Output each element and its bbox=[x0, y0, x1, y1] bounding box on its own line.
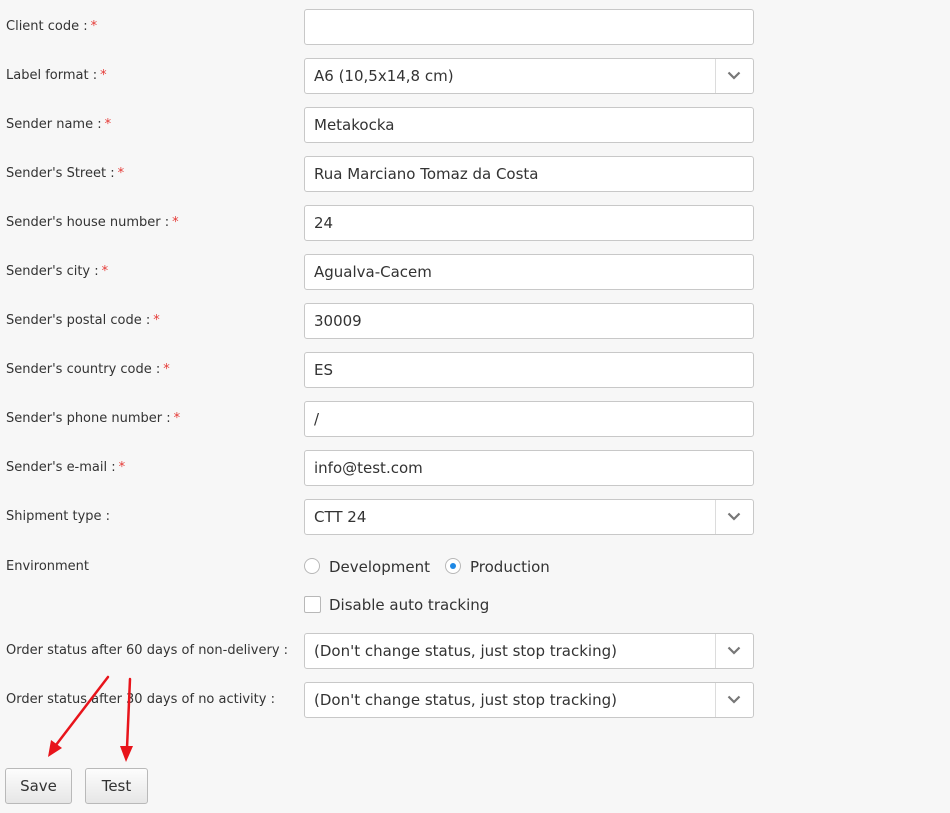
shipment-type-label: Shipment type : bbox=[6, 509, 111, 524]
radio-label-development: Development bbox=[329, 558, 430, 576]
sender-postal-code-label: Sender's postal code : * bbox=[6, 313, 160, 328]
chevron-down-icon bbox=[727, 71, 741, 80]
status-30-days-value: (Don't change status, just stop tracking… bbox=[314, 691, 617, 709]
sender-city-row: Sender's city : * bbox=[0, 254, 950, 290]
environment-row: Environment Development Production bbox=[0, 549, 950, 585]
status-60-days-value: (Don't change status, just stop tracking… bbox=[314, 642, 617, 660]
status-60-days-row: Order status after 60 days of non-delive… bbox=[0, 633, 950, 669]
sender-street-row: Sender's Street : * bbox=[0, 156, 950, 192]
client-code-label: Client code : * bbox=[6, 19, 98, 34]
sender-house-number-label: Sender's house number : * bbox=[6, 215, 179, 230]
sender-city-input[interactable] bbox=[304, 254, 754, 290]
dropdown-toggle[interactable] bbox=[715, 59, 753, 93]
sender-name-input[interactable] bbox=[304, 107, 754, 143]
sender-email-row: Sender's e-mail : * bbox=[0, 450, 950, 486]
shipment-type-select[interactable]: CTT 24 bbox=[304, 499, 754, 535]
shipment-type-row: Shipment type : CTT 24 bbox=[0, 499, 950, 535]
chevron-down-icon bbox=[727, 695, 741, 704]
required-marker: * bbox=[100, 68, 107, 83]
chevron-down-icon bbox=[727, 512, 741, 521]
status-30-days-label: Order status after 30 days of no activit… bbox=[6, 692, 275, 707]
required-marker: * bbox=[104, 117, 112, 132]
sender-house-number-row: Sender's house number : * bbox=[0, 205, 950, 241]
dropdown-toggle[interactable] bbox=[715, 683, 753, 717]
label-format-row: Label format : * A6 (10,5x14,8 cm) bbox=[0, 58, 950, 94]
sender-city-label: Sender's city : * bbox=[6, 264, 109, 279]
sender-country-code-input[interactable] bbox=[304, 352, 754, 388]
disable-auto-tracking-row: Disable auto tracking bbox=[0, 587, 950, 623]
sender-name-row: Sender name : * bbox=[0, 107, 950, 143]
sender-country-code-label: Sender's country code : * bbox=[6, 362, 170, 377]
disable-auto-tracking-checkbox[interactable] bbox=[304, 596, 321, 613]
radio-label-production: Production bbox=[470, 558, 550, 576]
dropdown-toggle[interactable] bbox=[715, 500, 753, 534]
chevron-down-icon bbox=[727, 646, 741, 655]
client-code-row: Client code : * bbox=[0, 9, 950, 45]
status-30-days-select[interactable]: (Don't change status, just stop tracking… bbox=[304, 682, 754, 718]
radio-production[interactable] bbox=[445, 558, 461, 574]
disable-auto-tracking-label: Disable auto tracking bbox=[329, 596, 490, 614]
sender-postal-code-row: Sender's postal code : * bbox=[0, 303, 950, 339]
sender-house-number-input[interactable] bbox=[304, 205, 754, 241]
required-marker: * bbox=[153, 313, 160, 328]
required-marker: * bbox=[172, 215, 179, 230]
required-marker: * bbox=[173, 411, 181, 426]
sender-email-label: Sender's e-mail : * bbox=[6, 460, 126, 475]
test-button[interactable]: Test bbox=[85, 768, 148, 804]
shipment-type-value: CTT 24 bbox=[314, 508, 367, 526]
dropdown-toggle[interactable] bbox=[715, 634, 753, 668]
status-60-days-select[interactable]: (Don't change status, just stop tracking… bbox=[304, 633, 754, 669]
label-format-select[interactable]: A6 (10,5x14,8 cm) bbox=[304, 58, 754, 94]
label-format-value: A6 (10,5x14,8 cm) bbox=[314, 67, 454, 85]
environment-label: Environment bbox=[6, 559, 90, 574]
sender-phone-input[interactable] bbox=[304, 401, 754, 437]
sender-postal-code-input[interactable] bbox=[304, 303, 754, 339]
required-marker: * bbox=[117, 166, 125, 181]
required-marker: * bbox=[163, 362, 170, 377]
label-format-label: Label format : * bbox=[6, 68, 107, 83]
radio-development[interactable] bbox=[304, 558, 320, 574]
status-30-days-row: Order status after 30 days of no activit… bbox=[0, 682, 950, 718]
sender-phone-row: Sender's phone number : * bbox=[0, 401, 950, 437]
required-marker: * bbox=[90, 19, 98, 34]
required-marker: * bbox=[118, 460, 126, 475]
sender-street-label: Sender's Street : * bbox=[6, 166, 125, 181]
save-button[interactable]: Save bbox=[5, 768, 72, 804]
sender-street-input[interactable] bbox=[304, 156, 754, 192]
sender-country-code-row: Sender's country code : * bbox=[0, 352, 950, 388]
status-60-days-label: Order status after 60 days of non-delive… bbox=[6, 643, 289, 658]
required-marker: * bbox=[101, 264, 109, 279]
sender-phone-label: Sender's phone number : * bbox=[6, 411, 181, 426]
sender-email-input[interactable] bbox=[304, 450, 754, 486]
client-code-input[interactable] bbox=[304, 9, 754, 45]
sender-name-label: Sender name : * bbox=[6, 117, 112, 132]
